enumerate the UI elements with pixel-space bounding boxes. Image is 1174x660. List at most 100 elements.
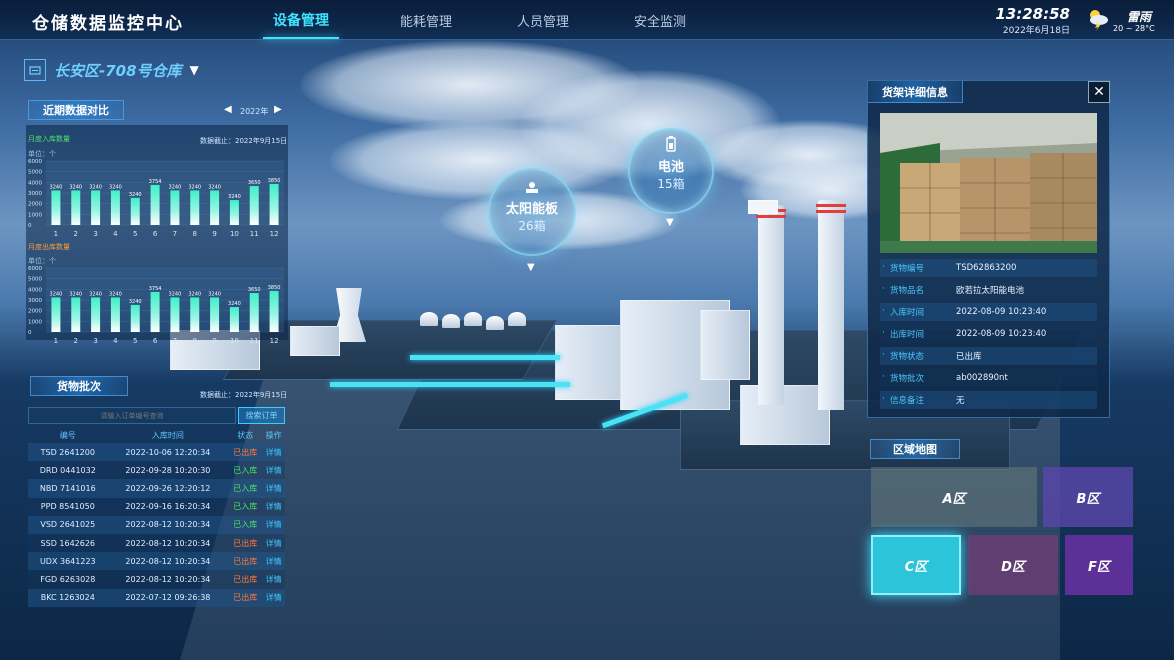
row-id: DRD 0441032	[28, 461, 108, 480]
x-tick-label: 10	[230, 337, 239, 345]
table-row: NBD 7141016 2022-09-26 12:20:12 已入库 详情	[28, 479, 285, 498]
data-label: 3240	[109, 291, 122, 297]
tab-personnel[interactable]: 人员管理	[517, 11, 569, 30]
zone-map-title: 区域地图	[870, 439, 960, 459]
row-time: 2022-09-16 16:20:34	[107, 497, 229, 516]
col-status: 状态	[237, 431, 254, 440]
row-detail-link[interactable]: 详情	[262, 588, 285, 607]
table-row: BKC 1263024 2022-07-12 09:26:38 已出库 详情	[28, 588, 285, 607]
battery-bubble[interactable]: 电池 15箱	[628, 128, 714, 214]
x-tick-label: 9	[212, 230, 216, 238]
zone-b[interactable]: B区	[1043, 467, 1133, 527]
y-tick-label: 1000	[28, 319, 42, 325]
close-icon[interactable]: ✕	[1088, 81, 1110, 103]
detail-row: 货物状态已出库	[880, 347, 1097, 365]
detail-value: 2022-08-09 10:23:40	[956, 329, 1047, 339]
row-time: 2022-08-12 10:20:34	[107, 552, 229, 571]
x-tick-label: 2	[74, 337, 78, 345]
bar-month-5	[130, 304, 140, 332]
tab-safety[interactable]: 安全监测	[634, 11, 686, 30]
row-detail-link[interactable]: 详情	[262, 515, 285, 534]
bar-month-1	[51, 297, 61, 332]
x-tick-label: 5	[133, 337, 137, 345]
bar-month-7	[170, 297, 180, 332]
bar-month-11	[249, 186, 259, 225]
bar-month-8	[190, 190, 200, 225]
bubble-label: 太阳能板	[505, 202, 558, 217]
data-label: 3240	[188, 184, 201, 190]
y-tick-label: 3000	[28, 191, 42, 197]
data-label: 3240	[109, 184, 122, 190]
row-detail-link[interactable]: 详情	[262, 479, 285, 498]
y-tick-label: 5000	[28, 170, 42, 176]
next-year-icon[interactable]: ▶	[274, 104, 282, 115]
data-label: 3240	[169, 291, 182, 297]
tab-energy[interactable]: 能耗管理	[400, 11, 452, 30]
table-row: PPD 8541050 2022-09-16 16:20:34 已入库 详情	[28, 497, 285, 516]
weather-temp: 20 ~ 28°C	[1113, 24, 1155, 33]
data-label: 3240	[50, 184, 63, 190]
bar-month-5	[130, 197, 140, 225]
data-label: 3240	[228, 194, 241, 200]
search-order-button[interactable]: 搜索订单	[238, 407, 285, 424]
zone-a[interactable]: A区	[871, 467, 1037, 527]
row-id: NBD 7141016	[28, 479, 108, 498]
row-time: 2022-07-12 09:26:38	[107, 588, 229, 607]
detail-row: 出库时间2022-08-09 10:23:40	[880, 325, 1097, 343]
bar-month-8	[190, 297, 200, 332]
table-row: VSD 2641025 2022-08-12 10:20:34 已入库 详情	[28, 515, 285, 534]
x-tick-label: 1	[54, 337, 58, 345]
chevron-down-icon: ▼	[189, 63, 199, 77]
x-tick-label: 11	[250, 337, 259, 345]
x-tick-label: 10	[230, 230, 239, 238]
zone-c[interactable]: C区	[871, 535, 961, 595]
data-label: 3850	[268, 178, 281, 184]
batch-deadline: 数据截止：2022年9月15日	[200, 391, 288, 399]
app-title: 仓储数据监控中心	[32, 14, 184, 34]
detail-title: 货架详细信息	[868, 81, 963, 103]
detail-key: 货物批次	[880, 372, 956, 384]
detail-key: 信息备注	[880, 394, 956, 406]
bar-month-3	[91, 297, 101, 332]
row-status: 已入库	[228, 515, 263, 534]
y-tick-label: 0	[28, 223, 32, 229]
pin-arrow-icon: ▼	[527, 262, 535, 273]
row-detail-link[interactable]: 详情	[262, 533, 285, 553]
bubble-count: 26箱	[518, 219, 546, 233]
row-detail-link[interactable]: 详情	[262, 552, 285, 571]
zone-d[interactable]: D区	[968, 535, 1058, 595]
order-search-input[interactable]	[28, 407, 236, 424]
x-tick-label: 7	[173, 230, 177, 238]
warehouse-selector[interactable]: 长安区-708号仓库 ▼	[24, 58, 199, 82]
prev-year-icon[interactable]: ◀	[224, 104, 232, 115]
data-label: 3650	[248, 287, 261, 293]
x-tick-label: 8	[193, 337, 197, 345]
table-row: SSD 1642626 2022-08-12 10:20:34 已出库 详情	[28, 533, 285, 553]
x-tick-label: 6	[153, 230, 158, 238]
detail-row: 货物批次ab002890nt	[880, 369, 1097, 387]
data-label: 3240	[208, 184, 221, 190]
bar-month-1	[51, 190, 61, 225]
row-status: 已出库	[228, 533, 263, 553]
row-detail-link[interactable]: 详情	[262, 461, 285, 480]
row-id: TSD 2641200	[28, 443, 108, 462]
bubble-count: 15箱	[657, 177, 685, 191]
x-tick-label: 3	[93, 230, 97, 238]
row-detail-link[interactable]: 详情	[262, 497, 285, 516]
x-tick-label: 9	[212, 337, 216, 345]
detail-value: ab002890nt	[956, 373, 1008, 383]
detail-key: 货物状态	[880, 350, 956, 362]
solar-panel-bubble[interactable]: 太阳能板 26箱	[488, 168, 576, 256]
tab-equipment[interactable]: 设备管理	[263, 10, 339, 39]
table-row: TSD 2641200 2022-10-06 12:20:34 已出库 详情	[28, 443, 285, 462]
zone-f[interactable]: F区	[1065, 535, 1133, 595]
row-detail-link[interactable]: 详情	[262, 570, 285, 589]
bar-month-10	[229, 307, 239, 332]
data-label: 3240	[129, 299, 142, 305]
row-status: 已入库	[228, 479, 263, 498]
bar-month-2	[71, 297, 81, 332]
row-detail-link[interactable]: 详情	[262, 443, 285, 462]
row-status: 已入库	[228, 497, 263, 516]
bar-month-12	[269, 183, 279, 225]
row-status: 已出库	[228, 552, 263, 571]
